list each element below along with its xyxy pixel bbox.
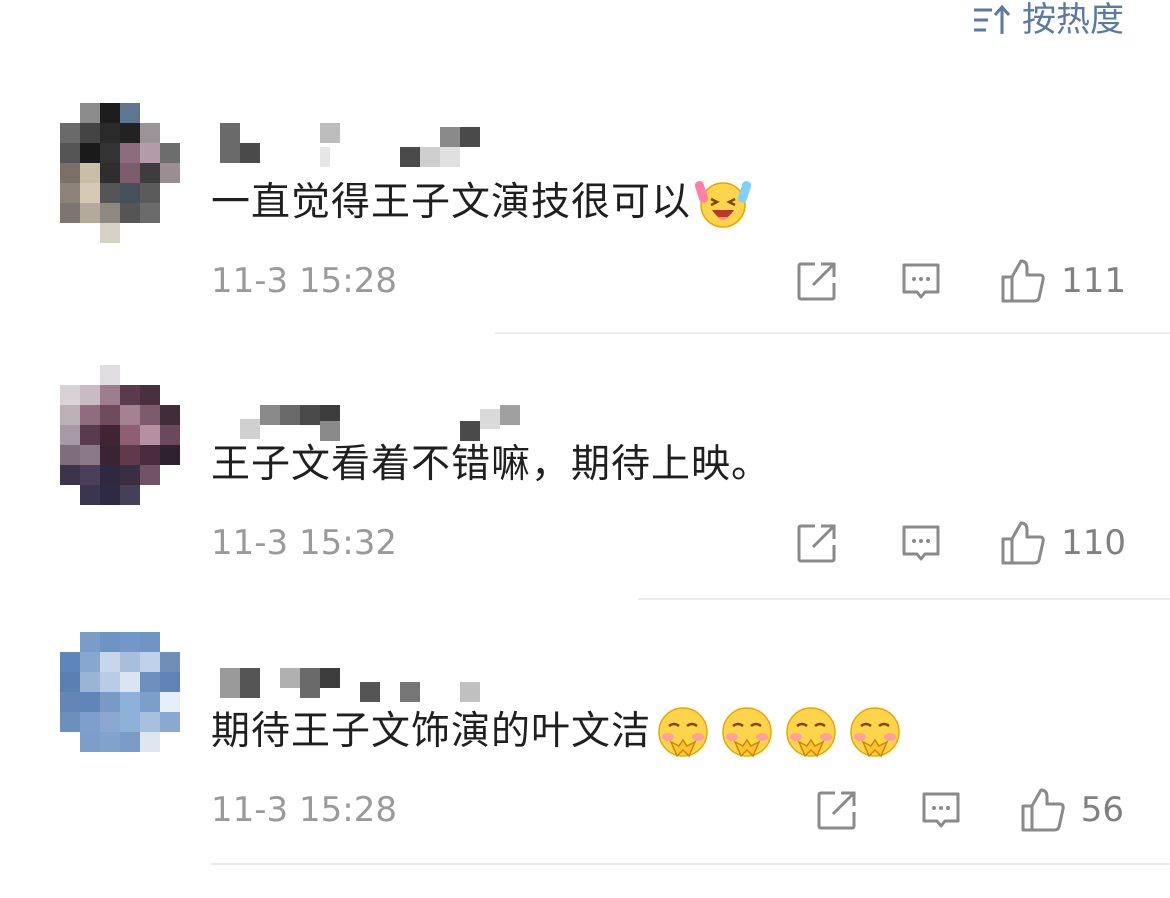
reply-button[interactable] [899, 259, 943, 303]
thumbs-up-icon [1001, 521, 1045, 565]
pleading-emoji [786, 707, 836, 758]
comment-content: 期待王子文饰演的叶文洁 [211, 702, 903, 762]
thumbs-up-icon [1001, 259, 1045, 303]
comment-content: 一直觉得王子文演技很可以 [211, 173, 752, 233]
avatar[interactable] [60, 632, 180, 772]
comment-icon [902, 263, 940, 299]
comment-time: 11-3 15:28 [211, 790, 397, 830]
comment-icon [922, 792, 960, 828]
avatar[interactable] [60, 103, 180, 243]
repost-button[interactable] [795, 521, 839, 565]
like-count: 110 [1061, 523, 1126, 563]
pleading-emoji [658, 707, 708, 758]
username-redacted[interactable] [220, 385, 520, 441]
username-redacted[interactable] [220, 652, 520, 702]
laughing-cheer-emoji [695, 181, 752, 228]
comment-actions: 56 [815, 784, 1124, 836]
divider [211, 863, 1170, 865]
pleading-emoji [722, 707, 772, 758]
comment-actions: 111 [795, 255, 1126, 307]
comment-content: 王子文看着不错嘛，期待上映。 [211, 435, 771, 495]
thumbs-up-icon [1021, 788, 1065, 832]
username-redacted[interactable] [220, 123, 520, 167]
divider [495, 332, 1170, 334]
avatar[interactable] [60, 365, 180, 505]
reply-button[interactable] [919, 788, 963, 832]
comment-time: 11-3 15:32 [211, 523, 397, 563]
comment-text: 期待王子文饰演的叶文洁 [211, 709, 652, 754]
share-icon [817, 791, 856, 830]
comment-text: 一直觉得王子文演技很可以 [211, 180, 692, 225]
sort-icon [972, 2, 1012, 38]
like-button[interactable]: 56 [1019, 786, 1124, 834]
like-button[interactable]: 111 [999, 257, 1126, 305]
comment-icon [902, 525, 940, 561]
comment-time: 11-3 15:28 [211, 261, 397, 301]
repost-button[interactable] [815, 788, 859, 832]
comment-item: 期待王子文饰演的叶文洁 11-3 15:28 56 [0, 632, 1170, 898]
pleading-emoji [850, 707, 900, 758]
divider [638, 598, 1170, 600]
reply-button[interactable] [899, 521, 943, 565]
like-count: 56 [1080, 790, 1124, 830]
sort-by-hot-button[interactable]: 按热度 [972, 0, 1124, 40]
repost-button[interactable] [795, 259, 839, 303]
like-button[interactable]: 110 [999, 519, 1126, 567]
sort-label: 按热度 [1022, 0, 1124, 40]
like-count: 111 [1061, 261, 1126, 301]
share-icon [797, 524, 836, 563]
comment-actions: 110 [795, 517, 1126, 569]
comment-text: 王子文看着不错嘛，期待上映。 [211, 442, 772, 487]
share-icon [797, 262, 836, 301]
comment-item: 王子文看着不错嘛，期待上映。 11-3 15:32 110 [0, 365, 1170, 631]
comment-item: 一直觉得王子文演技很可以 11-3 15:28 111 [0, 103, 1170, 369]
